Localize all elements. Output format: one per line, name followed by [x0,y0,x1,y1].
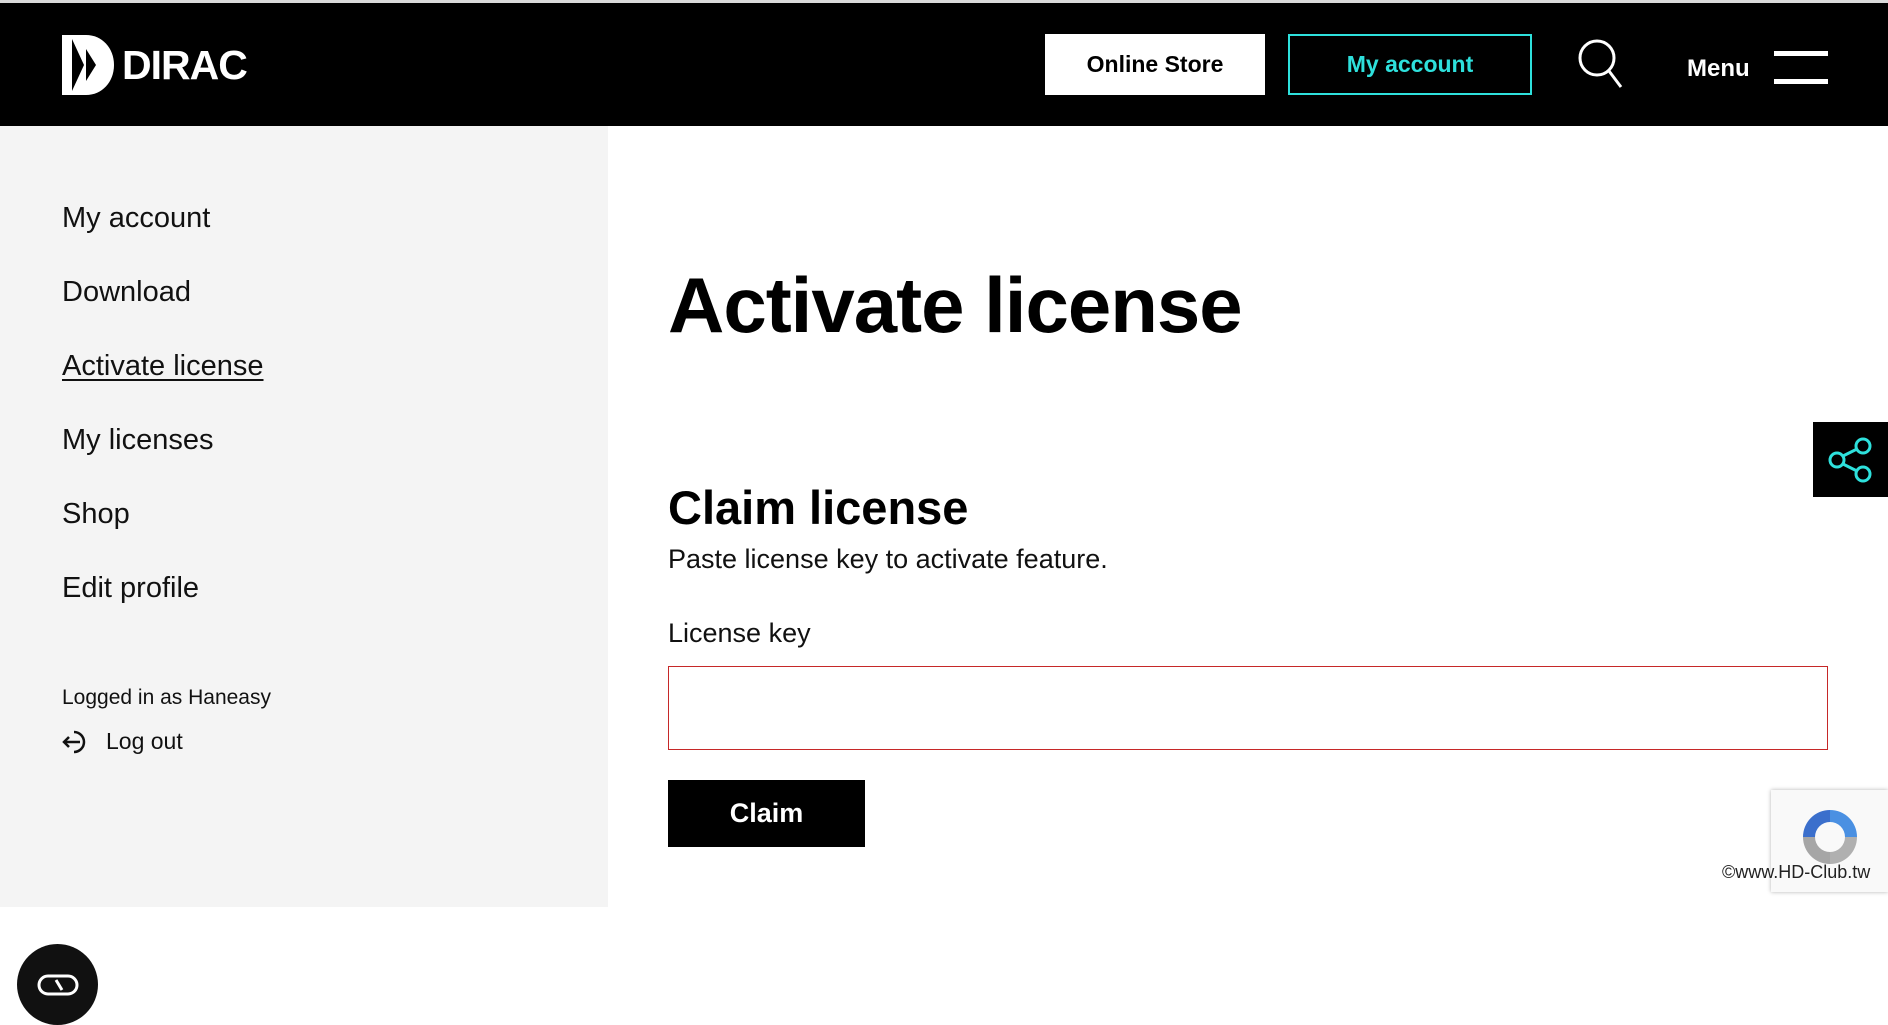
page-title: Activate license [668,261,1243,349]
claim-button[interactable]: Claim [668,780,865,847]
share-button[interactable] [1813,422,1888,497]
search-icon[interactable] [1577,38,1623,90]
chat-button[interactable] [17,944,98,1025]
chat-icon [37,974,78,995]
online-store-button[interactable]: Online Store [1045,34,1265,95]
dirac-logo-icon [62,35,114,95]
section-subtitle: Paste license key to activate feature. [668,544,1108,574]
sidebar-item-shop[interactable]: Shop [62,498,130,531]
logged-in-status: Logged in as Haneasy [62,686,271,709]
logout-link[interactable]: Log out [62,728,183,755]
logo-text: DIRAC [122,41,248,88]
main-content: Activate license Claim license Paste lic… [608,126,1888,907]
menu-label[interactable]: Menu [1687,55,1750,83]
license-key-label: License key [668,618,811,648]
site-header: DIRAC Online Store My account Menu [0,3,1888,126]
logout-icon [62,730,86,753]
sidebar-item-download[interactable]: Download [62,276,191,309]
watermark-text: ©www.HD-Club.tw [1722,862,1871,882]
menu-icon[interactable] [1774,51,1828,87]
logo[interactable]: DIRAC [62,35,248,95]
license-key-input[interactable] [668,666,1828,750]
share-icon [1828,437,1871,482]
sidebar-item-edit-profile[interactable]: Edit profile [62,572,199,605]
sidebar: My account Download Activate license My … [0,126,608,1025]
sidebar-item-my-licenses[interactable]: My licenses [62,424,214,457]
my-account-button[interactable]: My account [1288,34,1532,95]
sidebar-item-activate-license[interactable]: Activate license [62,350,264,383]
section-title: Claim license [668,481,969,534]
logout-label: Log out [106,728,183,754]
sidebar-item-my-account[interactable]: My account [62,202,210,235]
